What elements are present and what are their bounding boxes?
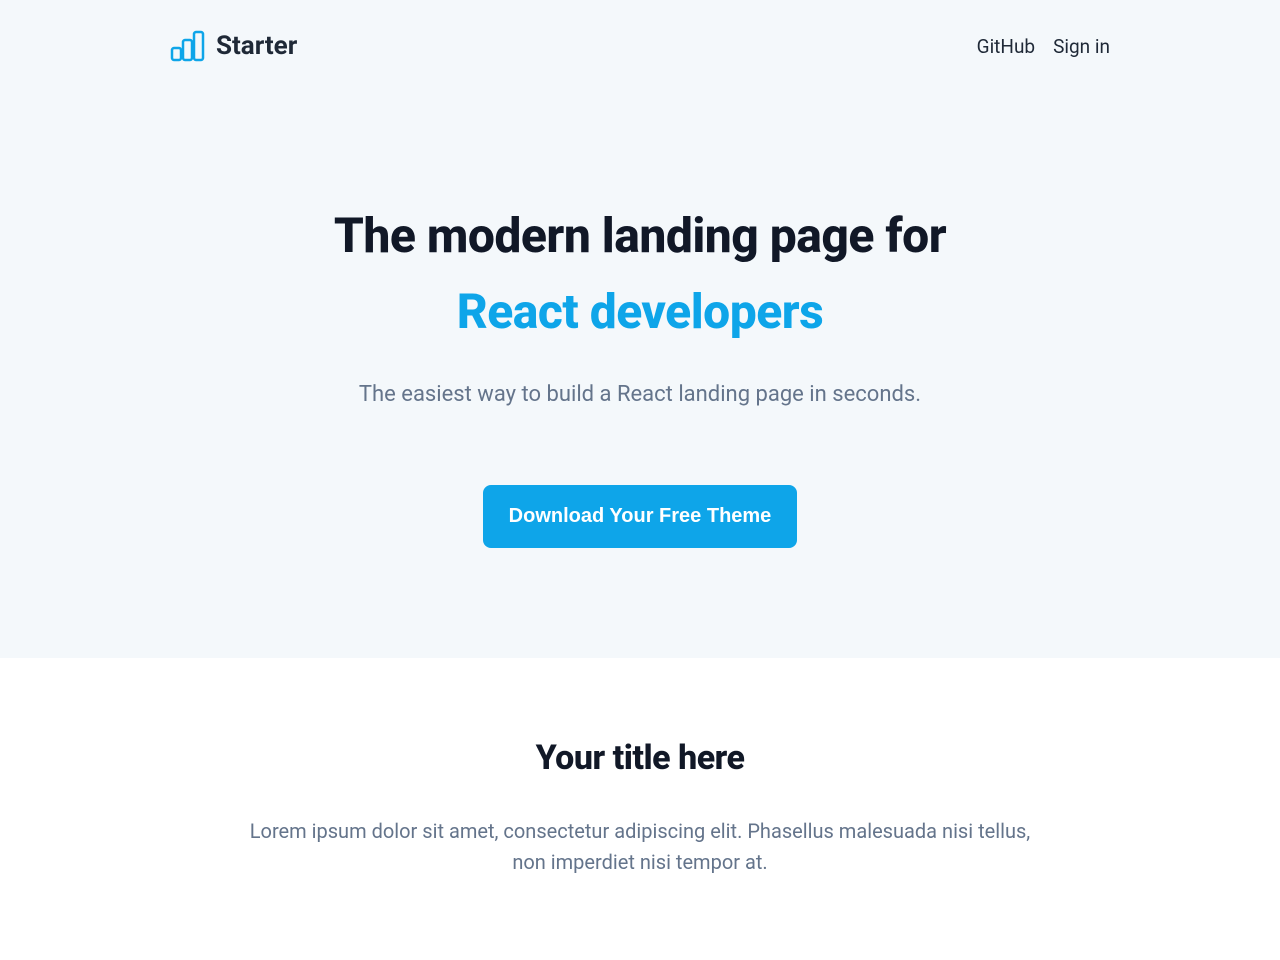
features-description: Lorem ipsum dolor sit amet, consectetur … — [240, 816, 1040, 878]
nav-links: GitHub Sign in — [977, 35, 1110, 58]
hero-section: Starter GitHub Sign in The modern landin… — [0, 0, 1280, 658]
navbar: Starter GitHub Sign in — [160, 30, 1120, 62]
features-section: Your title here Lorem ipsum dolor sit am… — [0, 658, 1280, 958]
brand-name: Starter — [216, 31, 297, 61]
hero-title-line1: The modern landing page for — [160, 207, 1120, 265]
download-button[interactable]: Download Your Free Theme — [483, 485, 798, 548]
nav-link-signin[interactable]: Sign in — [1053, 35, 1110, 58]
features-title: Your title here — [160, 738, 1120, 778]
nav-link-github[interactable]: GitHub — [977, 35, 1035, 58]
hero-title-line2: React developers — [160, 283, 1120, 341]
logo[interactable]: Starter — [170, 30, 297, 62]
hero-content: The modern landing page for React develo… — [160, 207, 1120, 548]
bar-chart-icon — [170, 30, 206, 62]
hero-subtitle: The easiest way to build a React landing… — [160, 382, 1120, 407]
